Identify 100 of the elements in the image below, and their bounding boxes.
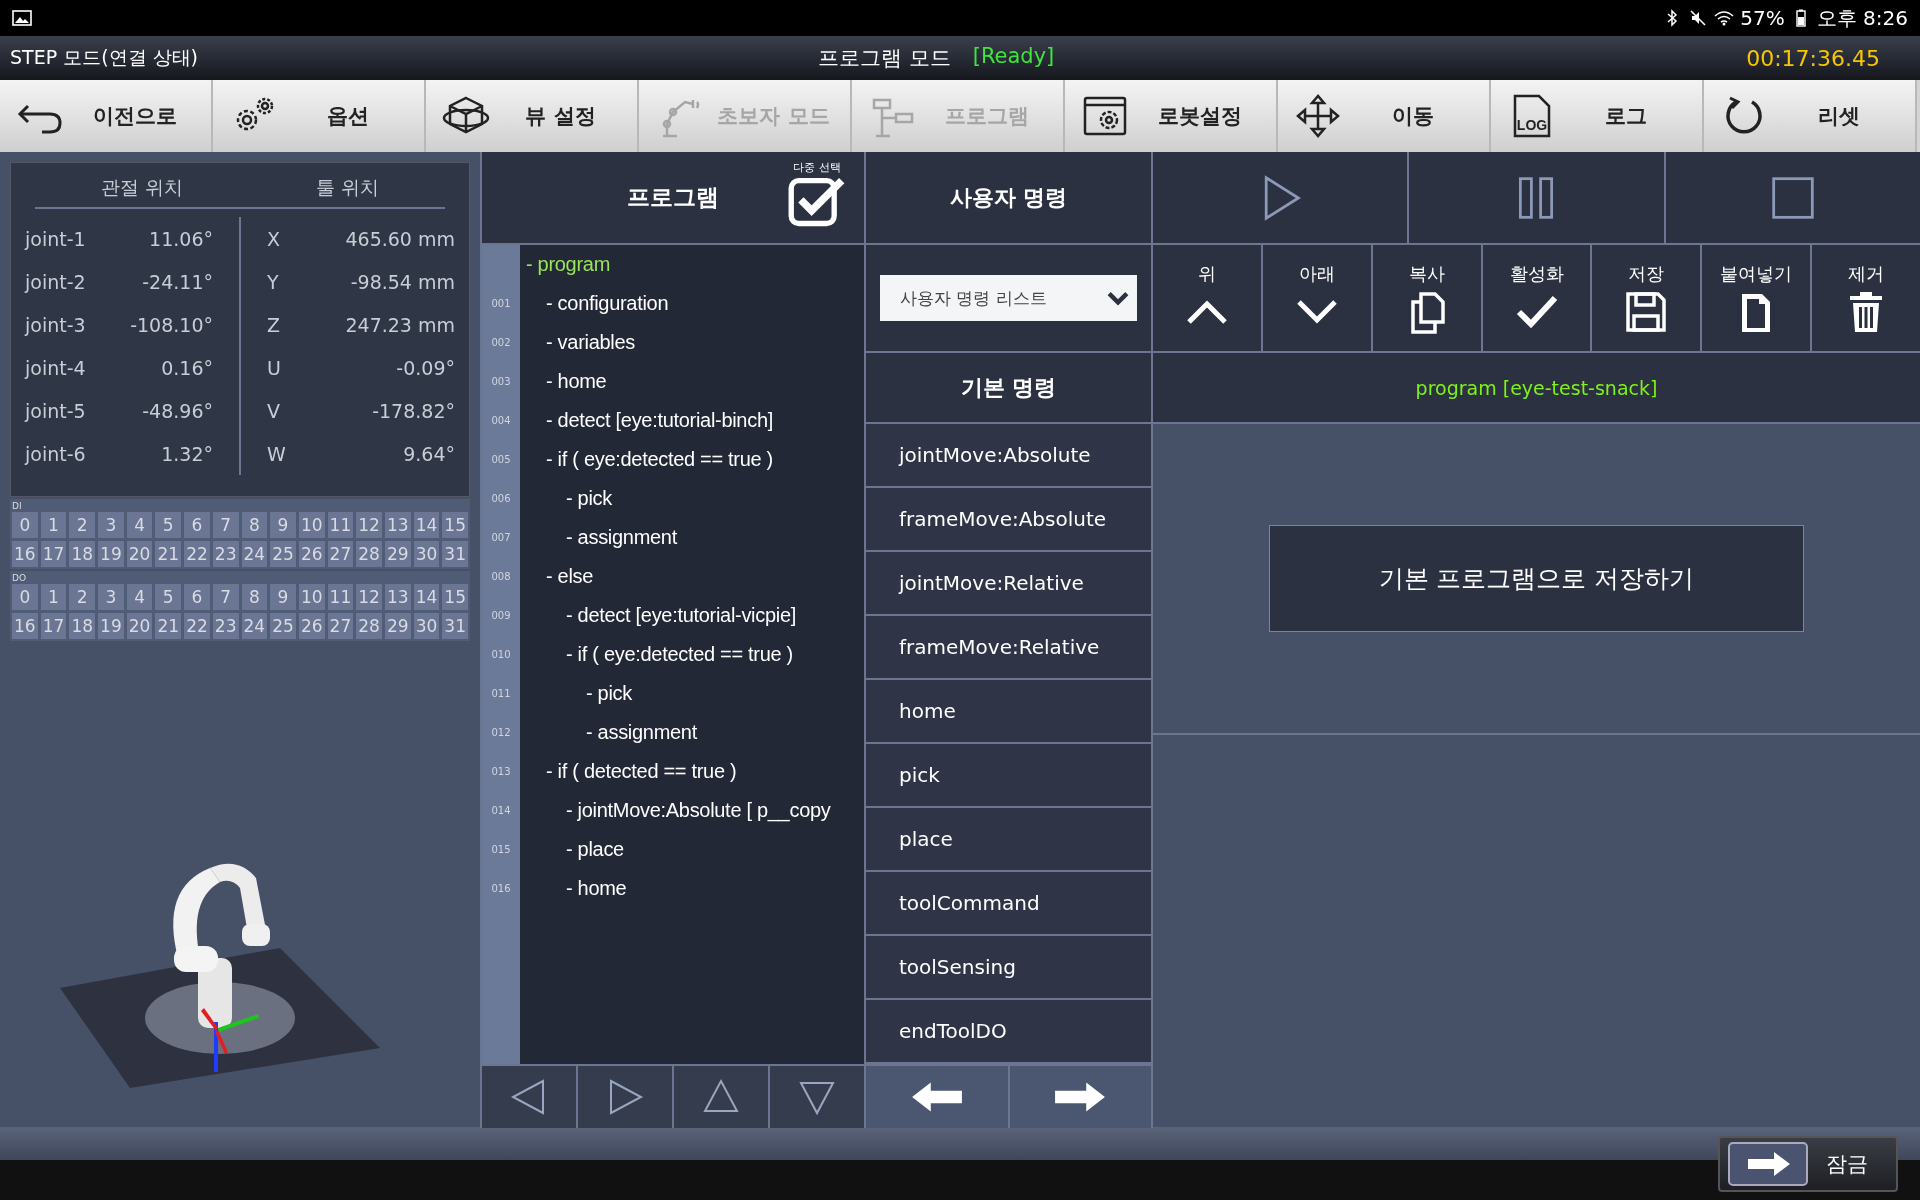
- tree-item[interactable]: - home: [566, 877, 627, 900]
- toolbar-button[interactable]: 이동: [1278, 80, 1491, 152]
- tree-item[interactable]: - home: [546, 370, 607, 393]
- io-channel[interactable]: 25: [270, 613, 296, 639]
- pause-button[interactable]: [1409, 152, 1664, 243]
- io-channel[interactable]: 4: [126, 512, 153, 538]
- io-channel[interactable]: 6: [184, 512, 210, 538]
- io-channel[interactable]: 17: [40, 541, 67, 567]
- io-channel[interactable]: 2: [69, 512, 96, 538]
- io-channel[interactable]: 11: [327, 512, 354, 538]
- io-channel[interactable]: 3: [98, 512, 124, 538]
- right-triangle-button[interactable]: [578, 1066, 672, 1128]
- io-channel[interactable]: 9: [270, 584, 296, 610]
- command-item[interactable]: toolCommand: [866, 872, 1151, 936]
- toolbar-button[interactable]: 로봇설정: [1065, 80, 1278, 152]
- tree-item[interactable]: - assignment: [566, 526, 677, 549]
- io-channel[interactable]: 27: [327, 541, 354, 567]
- io-channel[interactable]: 8: [241, 512, 268, 538]
- io-channel[interactable]: 26: [298, 613, 325, 639]
- command-item[interactable]: pick: [866, 744, 1151, 808]
- command-item[interactable]: home: [866, 680, 1151, 744]
- io-channel[interactable]: 4: [126, 584, 153, 610]
- io-channel[interactable]: 30: [413, 541, 440, 567]
- io-channel[interactable]: 20: [126, 613, 153, 639]
- io-channel[interactable]: 1: [40, 512, 67, 538]
- toolbar-button[interactable]: 옵션: [213, 80, 426, 152]
- command-item[interactable]: jointMove:Absolute: [866, 424, 1151, 488]
- io-channel[interactable]: 3: [98, 584, 124, 610]
- io-channel[interactable]: 15: [442, 512, 468, 538]
- io-channel[interactable]: 19: [98, 541, 124, 567]
- io-channel[interactable]: 12: [356, 584, 382, 610]
- command-list-dropdown[interactable]: 사용자 명령 리스트: [880, 275, 1137, 321]
- io-channel[interactable]: 14: [413, 512, 440, 538]
- command-item[interactable]: frameMove:Absolute: [866, 488, 1151, 552]
- io-channel[interactable]: 17: [40, 613, 67, 639]
- io-channel[interactable]: 31: [442, 613, 468, 639]
- tree-item[interactable]: - variables: [546, 331, 635, 354]
- io-channel[interactable]: 20: [126, 541, 153, 567]
- command-item[interactable]: toolSensing: [866, 936, 1151, 1000]
- io-channel[interactable]: 11: [327, 584, 354, 610]
- io-channel[interactable]: 28: [356, 613, 382, 639]
- command-item[interactable]: place: [866, 808, 1151, 872]
- io-channel[interactable]: 8: [241, 584, 268, 610]
- io-channel[interactable]: 9: [270, 512, 296, 538]
- edit-button[interactable]: 아래: [1262, 245, 1371, 351]
- io-channel[interactable]: 13: [384, 584, 411, 610]
- tree-item[interactable]: - assignment: [586, 721, 697, 744]
- io-channel[interactable]: 29: [384, 613, 411, 639]
- io-channel[interactable]: 10: [298, 512, 325, 538]
- tree-item[interactable]: - if ( eye:detected == true ): [546, 448, 773, 471]
- io-channel[interactable]: 7: [212, 584, 239, 610]
- tree-item[interactable]: - pick: [566, 487, 612, 510]
- tree-item[interactable]: - program: [526, 253, 610, 276]
- edit-button[interactable]: 위: [1153, 245, 1261, 351]
- io-channel[interactable]: 21: [155, 613, 182, 639]
- edit-button[interactable]: 붙여넣기: [1702, 245, 1811, 351]
- tree-item[interactable]: - else: [546, 565, 594, 588]
- io-channel[interactable]: 23: [212, 613, 239, 639]
- toolbar-button[interactable]: 리셋: [1704, 80, 1917, 152]
- io-channel[interactable]: 1: [40, 584, 67, 610]
- io-channel[interactable]: 29: [384, 541, 411, 567]
- left-triangle-button[interactable]: [482, 1066, 576, 1128]
- io-channel[interactable]: 6: [184, 584, 210, 610]
- down-triangle-button[interactable]: [770, 1066, 864, 1128]
- io-channel[interactable]: 5: [155, 584, 182, 610]
- toolbar-button[interactable]: 이전으로: [0, 80, 213, 152]
- tree-item[interactable]: - jointMove:Absolute [ p__copy: [566, 799, 831, 822]
- edit-button[interactable]: 활성화: [1482, 245, 1591, 351]
- command-item[interactable]: frameMove:Relative: [866, 616, 1151, 680]
- io-channel[interactable]: 26: [298, 541, 325, 567]
- io-channel[interactable]: 28: [356, 541, 382, 567]
- io-channel[interactable]: 24: [241, 613, 268, 639]
- tree-item[interactable]: - if ( detected == true ): [546, 760, 737, 783]
- io-channel[interactable]: 13: [384, 512, 411, 538]
- io-channel[interactable]: 14: [413, 584, 440, 610]
- io-channel[interactable]: 19: [98, 613, 124, 639]
- save-as-default-button[interactable]: 기본 프로그램으로 저장하기: [1269, 525, 1804, 632]
- io-channel[interactable]: 30: [413, 613, 440, 639]
- command-item[interactable]: jointMove:Relative: [866, 552, 1151, 616]
- io-channel[interactable]: 0: [12, 512, 38, 538]
- up-triangle-button[interactable]: [674, 1066, 768, 1128]
- io-channel[interactable]: 18: [69, 541, 96, 567]
- edit-button[interactable]: 복사: [1372, 245, 1481, 351]
- io-channel[interactable]: 7: [212, 512, 239, 538]
- io-channel[interactable]: 24: [241, 541, 268, 567]
- toolbar-button[interactable]: 뷰 설정: [426, 80, 639, 152]
- io-channel[interactable]: 31: [442, 541, 468, 567]
- io-channel[interactable]: 0: [12, 584, 38, 610]
- io-channel[interactable]: 2: [69, 584, 96, 610]
- io-channel[interactable]: 23: [212, 541, 239, 567]
- tree-item[interactable]: - detect [eye:tutorial-vicpie]: [566, 604, 796, 627]
- command-item[interactable]: endToolDO: [866, 1000, 1151, 1064]
- edit-button[interactable]: 저장: [1592, 245, 1701, 351]
- multi-select-checkbox[interactable]: [788, 175, 846, 227]
- stop-button[interactable]: [1665, 152, 1920, 243]
- io-channel[interactable]: 16: [12, 613, 38, 639]
- io-channel[interactable]: 18: [69, 613, 96, 639]
- tree-item[interactable]: - place: [566, 838, 624, 861]
- right-arrow-button[interactable]: [1009, 1066, 1151, 1128]
- io-channel[interactable]: 10: [298, 584, 325, 610]
